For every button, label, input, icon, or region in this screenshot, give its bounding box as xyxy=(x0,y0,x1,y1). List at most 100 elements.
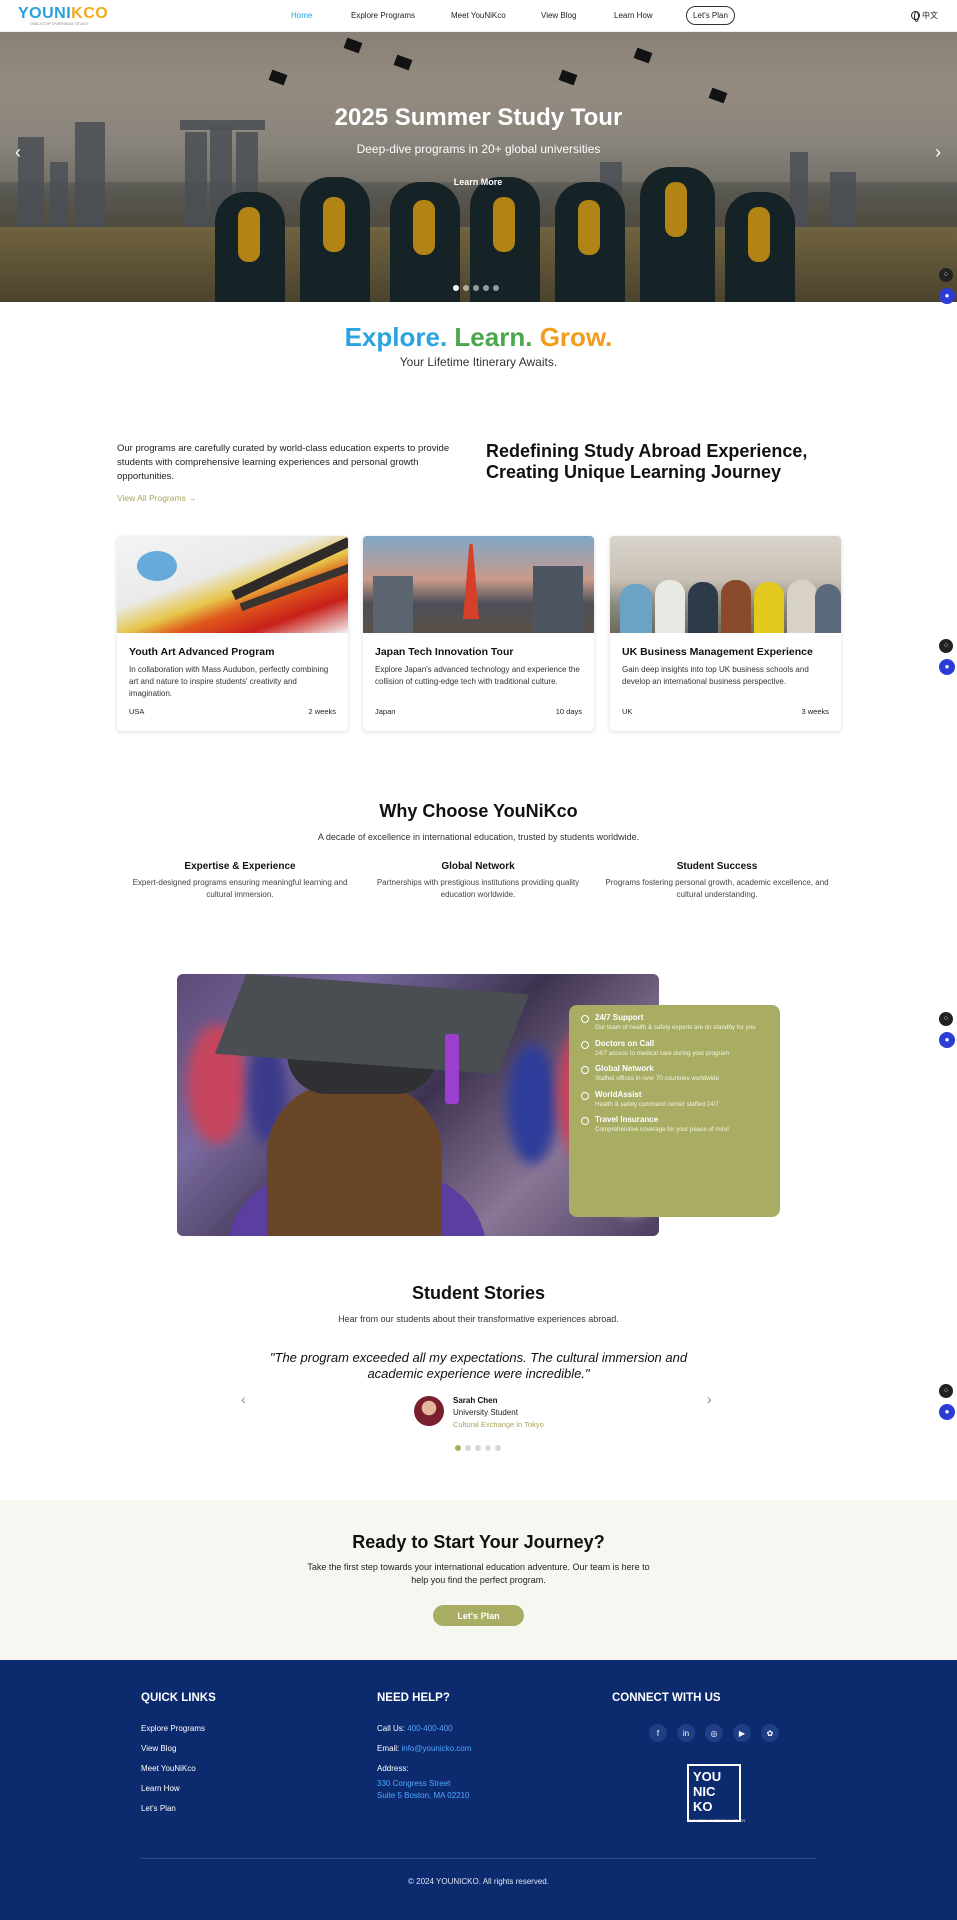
footer-quick-links-heading: QUICK LINKS xyxy=(141,1692,216,1704)
footer-link-view-blog[interactable]: View Blog xyxy=(141,1744,176,1753)
why-subtitle: A decade of excellence in international … xyxy=(317,832,640,842)
logo-text-part1: YOUNI xyxy=(18,5,72,22)
footer-logo: YOU NIC KO xyxy=(687,1764,741,1822)
program-location: Japan xyxy=(375,707,396,716)
facebook-icon[interactable]: f xyxy=(649,1724,667,1742)
support-item: Global Network Staffed offices in over 70… xyxy=(581,1064,768,1084)
program-card[interactable]: Youth Art Advanced Program In collaborat… xyxy=(117,536,348,731)
program-location: UK xyxy=(622,707,633,716)
globe-icon xyxy=(911,11,920,22)
stories-heading: Student Stories xyxy=(411,1283,545,1303)
nav-view-blog[interactable]: View Blog xyxy=(541,11,576,20)
linkedin-icon[interactable]: in xyxy=(677,1724,695,1742)
floating-widget: ⁘ ● xyxy=(939,639,955,675)
view-all-programs-link[interactable]: View All Programs → xyxy=(117,493,197,503)
feature-description: Expert-designed programs ensuring meanin… xyxy=(132,878,348,899)
carousel-next-icon[interactable]: › xyxy=(928,142,948,163)
carousel-prev-icon[interactable]: ‹ xyxy=(8,142,28,163)
hero-subtitle: Deep-dive programs in 20+ global univers… xyxy=(356,142,601,156)
program-description: In collaboration with Mass Audubon, perf… xyxy=(129,665,329,698)
cta-heading: Ready to Start Your Journey? xyxy=(352,1532,605,1552)
youtube-icon[interactable]: ▶ xyxy=(733,1724,751,1742)
graduate-hair xyxy=(267,1084,442,1236)
avatar xyxy=(414,1396,444,1426)
chat-bot-icon[interactable]: ● xyxy=(939,1404,955,1420)
carousel-dot[interactable] xyxy=(493,285,499,291)
expand-icon[interactable]: ⁘ xyxy=(939,639,953,653)
carousel-dot[interactable] xyxy=(483,285,489,291)
testimonial-dot[interactable] xyxy=(485,1445,491,1451)
expand-icon[interactable]: ⁘ xyxy=(939,268,953,282)
footer-logo-line: YOU xyxy=(693,1769,722,1784)
program-duration: 10 days xyxy=(555,707,582,716)
expand-icon[interactable]: ⁘ xyxy=(939,1012,953,1026)
chat-bot-icon[interactable]: ● xyxy=(939,659,955,675)
floating-widget: ⁘ ● xyxy=(939,1384,955,1420)
footer-help-heading: NEED HELP? xyxy=(377,1692,450,1704)
program-card[interactable]: UK Business Management Experience Gain d… xyxy=(610,536,841,731)
chat-bot-icon[interactable]: ● xyxy=(939,1032,955,1048)
program-location: USA xyxy=(129,707,145,716)
program-description: Explore Japan's advanced technology and … xyxy=(375,665,580,686)
testimonial-dot[interactable] xyxy=(475,1445,481,1451)
hero-learn-more-button[interactable]: Learn More xyxy=(444,172,512,192)
logo-tagline: ONE-STOP OVERSEAS STUDY xyxy=(30,21,89,26)
feature-item: Student Success Programs fostering perso… xyxy=(602,861,832,901)
nav-home[interactable]: Home xyxy=(291,11,312,20)
student-role: University Student xyxy=(453,1408,518,1417)
support-title: Global Network xyxy=(595,1064,654,1073)
testimonial-dot[interactable] xyxy=(465,1445,471,1451)
support-description: Staffed offices in over 70 countries wor… xyxy=(595,1075,719,1082)
carousel-dot[interactable] xyxy=(473,285,479,291)
chat-bot-icon[interactable]: ● xyxy=(939,288,955,304)
globe-icon xyxy=(581,1066,589,1074)
footer-logo-line: NIC xyxy=(693,1784,716,1799)
footer-link-lets-plan[interactable]: Let's Plan xyxy=(141,1804,176,1813)
support-item: 24/7 Support Our team of health & safety … xyxy=(581,1013,768,1033)
tagline-word-grow: Grow. xyxy=(539,322,613,352)
nav-learn-how[interactable]: Learn How xyxy=(614,11,653,20)
hero-overlay xyxy=(0,32,957,302)
footer-logo-tagline: ONE-STOP OVERSEAS STUDY xyxy=(687,1818,746,1823)
why-heading: Why Choose YouNiKco xyxy=(379,801,578,821)
testimonial-dot[interactable] xyxy=(495,1445,501,1451)
program-card[interactable]: Japan Tech Innovation Tour Explore Japan… xyxy=(363,536,594,731)
stories-subtitle: Hear from our students about their trans… xyxy=(338,1314,619,1324)
tagline-word-explore: Explore. xyxy=(344,322,448,352)
footer-logo-line: KO xyxy=(693,1799,713,1814)
lets-plan-button[interactable]: Let's Plan xyxy=(686,6,735,25)
nav-meet-younikco[interactable]: Meet YouNiKco xyxy=(451,11,506,20)
instagram-icon[interactable]: ◎ xyxy=(705,1724,723,1742)
footer-link-meet-younikco[interactable]: Meet YouNiKco xyxy=(141,1764,196,1773)
footer-divider xyxy=(141,1858,816,1859)
testimonial-next-icon[interactable]: › xyxy=(707,1391,712,1407)
support-icon xyxy=(581,1015,589,1023)
program-image-uk xyxy=(610,536,841,633)
clock-icon xyxy=(581,1091,589,1100)
feature-title: Student Success xyxy=(676,861,758,872)
feature-title: Expertise & Experience xyxy=(184,861,296,872)
feature-item: Global Network Partnerships with prestig… xyxy=(363,861,593,901)
carousel-dot[interactable] xyxy=(453,285,459,291)
language-switcher[interactable]: 中文 xyxy=(911,10,938,22)
insurance-icon xyxy=(581,1117,589,1125)
phone-link[interactable]: 400-400-400 xyxy=(407,1724,452,1733)
footer-link-learn-how[interactable]: Learn How xyxy=(141,1784,180,1793)
expand-icon[interactable]: ⁘ xyxy=(939,1384,953,1398)
intro-paragraph: Our programs are carefully curated by wo… xyxy=(117,443,450,482)
support-title: 24/7 Support xyxy=(595,1013,644,1022)
nav-explore-programs[interactable]: Explore Programs xyxy=(351,11,415,20)
cta-lets-plan-button[interactable]: Let's Plan xyxy=(433,1605,524,1626)
cta-text: Take the first step towards your interna… xyxy=(307,1562,650,1585)
testimonial-dot[interactable] xyxy=(455,1445,461,1451)
carousel-dot[interactable] xyxy=(463,285,469,291)
email-link[interactable]: info@younicko.com xyxy=(401,1744,471,1753)
wechat-icon[interactable]: ✿ xyxy=(761,1724,779,1742)
address-line-2[interactable]: Suite 5 Boston, MA 02210 xyxy=(377,1791,470,1800)
support-description: 24/7 access to medical care during your … xyxy=(595,1049,730,1057)
testimonial-prev-icon[interactable]: ‹ xyxy=(241,1391,246,1407)
top-nav: YOUNIKCO ONE-STOP OVERSEAS STUDY Home Ex… xyxy=(0,0,957,32)
footer-link-explore-programs[interactable]: Explore Programs xyxy=(141,1724,205,1733)
address-line-1[interactable]: 330 Congress Street xyxy=(377,1779,450,1788)
support-item: Travel Insurance Comprehensive coverage f… xyxy=(581,1115,768,1135)
